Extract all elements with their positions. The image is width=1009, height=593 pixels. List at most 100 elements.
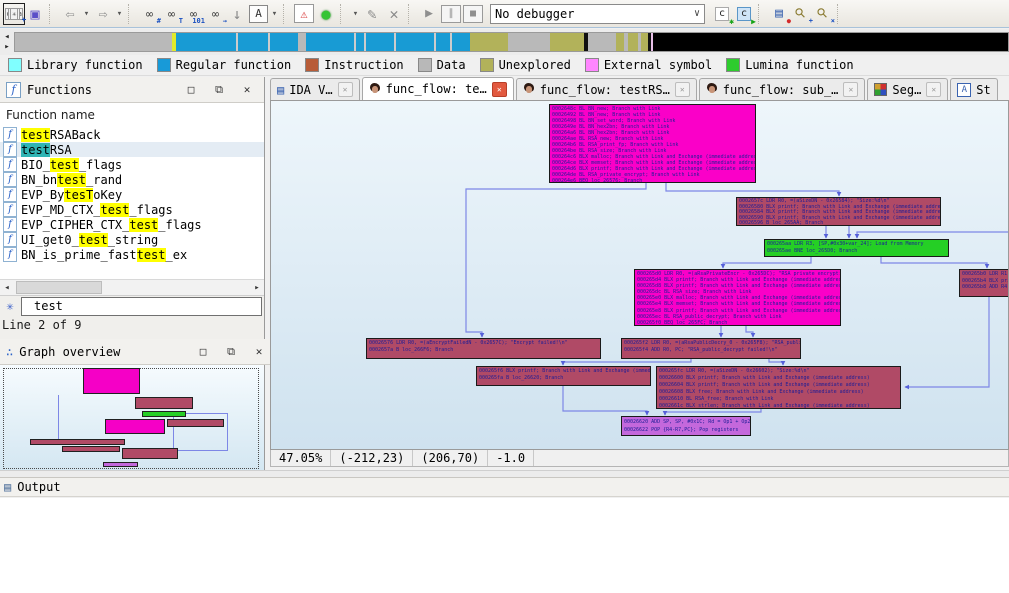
search-text-icon[interactable]: ∞ T [161,3,183,25]
key-delete-icon[interactable]: ⚲ × [813,3,835,25]
back-dropdown-icon[interactable]: ▾ [82,3,91,25]
tab-close-icon[interactable]: ✕ [843,82,859,97]
navband-segment[interactable] [628,33,638,51]
navband-scroll-arrows[interactable]: ◂ ▸ [1,30,13,54]
forward-icon[interactable]: ⇨ [93,3,113,25]
navband-segment[interactable] [616,33,624,51]
navband-segment[interactable] [15,33,172,51]
graph-node-entry[interactable]: 0002648c BL BN_new; Branch with Link 0002… [549,104,756,183]
function-list-item[interactable]: f testRSA [0,142,264,157]
graph-overview-header[interactable]: ∴ Graph overview □ ⧉ ✕ [0,339,276,365]
clear-filter-icon[interactable]: ✳ [3,299,17,313]
navband-segment[interactable] [436,33,450,51]
ascii-options-icon[interactable]: A [249,4,268,23]
tab-close-icon[interactable]: ✕ [926,82,942,97]
close-button[interactable]: ✕ [236,83,258,96]
function-name-column-header[interactable]: Function name [0,103,264,127]
compile-script-icon[interactable]: c ✱ [712,3,734,25]
functions-panel-header[interactable]: f Functions □ ⧉ ✕ [0,77,264,103]
navband-segment[interactable] [270,33,298,51]
navband-right-icon[interactable]: ▸ [4,42,9,52]
output-panel-header[interactable]: ▤ Output [0,477,1009,497]
graph-node-encrypt-failed[interactable]: 00026576 LDR R0, =(aEncryptFailedN - 0x2… [366,338,601,359]
forward-dropdown-icon[interactable]: ▾ [115,3,124,25]
graph-node-right-clipped[interactable]: 000265b0 LDR R1, [R6,R7]; Load from Memo… [959,269,1008,297]
navband-segment[interactable] [396,33,434,51]
navband-left-icon[interactable]: ◂ [4,32,9,42]
scroll-right-icon[interactable]: ▸ [250,283,264,293]
problems-icon[interactable]: ⚠ [294,4,314,23]
graph-node-private-encrypt[interactable]: 000265d0 LDR R0, =(aRsaPrivateEncr - 0x2… [634,269,841,326]
maximize-button[interactable]: □ [192,345,214,358]
function-list-item[interactable]: f EVP_BytesToKey [0,187,264,202]
debug-pause-icon[interactable]: ∥ [441,4,461,23]
search-immediate-icon[interactable]: ∞ # [139,3,161,25]
navband-segment[interactable] [588,33,616,51]
navband-segment[interactable] [452,33,470,51]
graph-node-printf-branch[interactable]: 000265f6 BLX printf; Branch with Link an… [476,366,651,386]
function-filter-input[interactable] [21,296,262,316]
debug-start-icon[interactable]: ▶ [419,3,439,25]
notebook-icon[interactable]: ▤ ● [769,3,791,25]
float-button[interactable]: ⧉ [220,345,242,359]
maximize-button[interactable]: □ [180,83,202,96]
save-file-icon[interactable]: ▣ [25,3,45,25]
tab-close-icon[interactable]: ✕ [337,82,353,97]
navband-segment[interactable] [176,33,236,51]
navband-segment[interactable] [366,33,394,51]
graph-canvas[interactable]: 0002648c BL BN_new; Branch with Link 0002… [270,100,1009,450]
struct-dropdown-icon[interactable]: ▾ [351,3,360,25]
debugger-select[interactable]: No debugger ∨ [490,3,705,24]
float-button[interactable]: ⧉ [208,83,230,97]
ascii-dropdown-icon[interactable]: ▾ [270,3,279,25]
navband-segment[interactable] [653,33,1008,51]
navband-segment[interactable] [470,33,508,51]
close-button[interactable]: ✕ [248,345,270,358]
key-add-icon[interactable]: ⚲ + [791,3,813,25]
search-binary-icon[interactable]: ∞ 101 [183,3,205,25]
scroll-left-icon[interactable]: ◂ [0,283,14,293]
run-script-icon[interactable]: c ▶ [734,3,756,25]
function-list-item[interactable]: f BN_is_prime_fasttest_ex [0,247,264,262]
tab-func-flow-sub[interactable]: func_flow: sub_… ✕ [698,78,866,100]
function-list-item[interactable]: f EVP_CIPHER_CTX_test_flags [0,217,264,232]
search-next-icon[interactable]: ∞ → [205,3,227,25]
jump-address-icon[interactable]: ↓ [227,3,247,25]
output-panel-title: Output [17,480,61,494]
scrollbar-thumb[interactable] [16,281,102,294]
navband-segment[interactable] [550,33,584,51]
tab-func-flow-testrs[interactable]: func_flow: testRS… ✕ [515,78,697,100]
edit-function-icon[interactable]: ✎ [362,3,382,25]
graph-node-epilogue[interactable]: 00026620 ADD SP, SP, #0x1C; Rd = Op1 + O… [621,416,751,436]
graph-node-cleanup[interactable]: 000265fc LDR R0, =(aSizeDN - 0x26602); "… [656,366,901,409]
navigation-band[interactable] [14,32,1009,52]
navband-segment[interactable] [508,33,550,51]
tab-func-flow-te[interactable]: func_flow: te… ✕ [361,77,514,100]
tab-segments[interactable]: Seg… ✕ [867,78,949,100]
graph-overview-canvas[interactable] [0,365,264,470]
function-list-item[interactable]: f UI_get0_test_string [0,232,264,247]
back-icon[interactable]: ⇦ [60,3,80,25]
delete-function-icon[interactable]: ✕ [384,3,404,25]
tab-strings[interactable]: A St [950,78,998,100]
navband-segment[interactable] [306,33,354,51]
functions-hscrollbar[interactable]: ◂ ▸ [0,279,264,296]
function-list-item[interactable]: f BIO_test_flags [0,157,264,172]
navband-segment[interactable] [298,33,306,51]
tab-close-icon[interactable]: ✕ [491,81,507,97]
graph-node-branch-check[interactable]: 000265aa LDR R3, [SP,#0x30+var_24]; Load… [764,239,949,257]
function-list-item[interactable]: f testRSABack [0,127,264,142]
output-panel-body[interactable] [0,498,1009,593]
graph-node-decrypt-failed[interactable]: 000265f2 LDR R0, =(aRsaPublicDecry_0 - 0… [621,338,801,359]
debug-stop-icon[interactable]: ■ [463,4,483,23]
graph-node-size-print[interactable]: 0002657c LDR R0, =(aSizeDN - 0x26584); "… [736,197,941,226]
tab-ida-view[interactable]: ▤ IDA V… ✕ [270,78,360,100]
tab-close-icon[interactable]: ✕ [674,82,690,97]
navband-segment[interactable] [641,33,648,51]
navband-segment[interactable] [356,33,364,51]
make-unknown-icon[interactable]: ✳ + [3,2,26,25]
function-list-item[interactable]: f BN_bntest_rand [0,172,264,187]
navband-segment[interactable] [238,33,268,51]
lumina-sphere-icon[interactable]: ● [316,3,336,25]
function-list-item[interactable]: f EVP_MD_CTX_test_flags [0,202,264,217]
